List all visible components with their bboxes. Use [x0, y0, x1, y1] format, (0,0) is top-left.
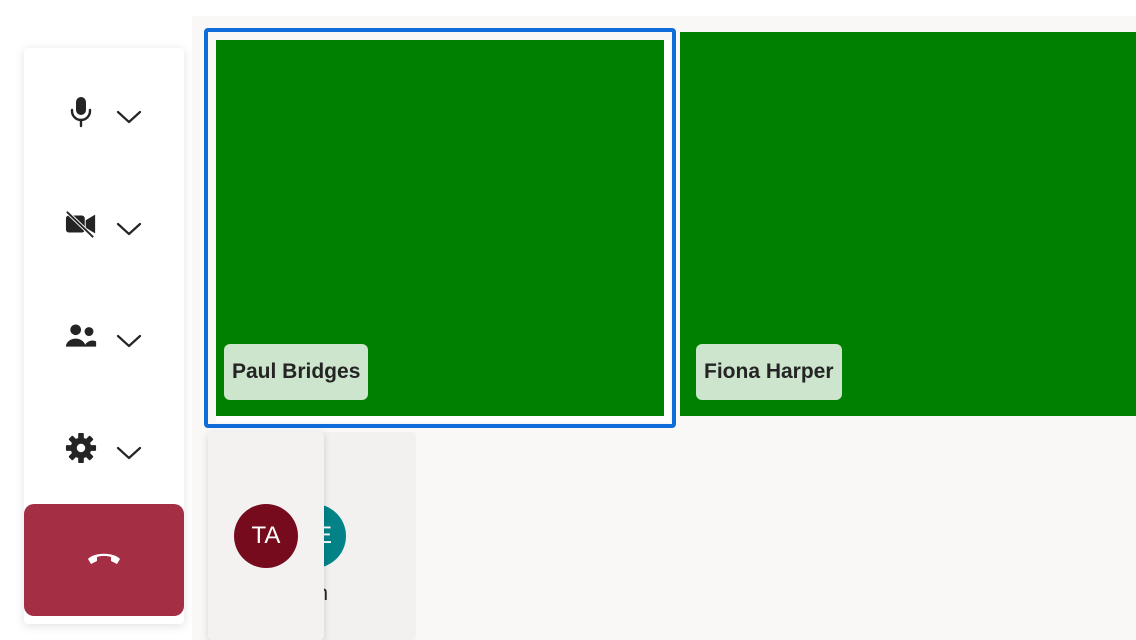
tile-divider	[216, 416, 670, 422]
call-window: Fiona Harper Paul Bridges E ein TA	[0, 0, 1136, 640]
participants-button[interactable]	[24, 304, 184, 368]
end-call-button[interactable]	[24, 504, 184, 616]
settings-button[interactable]	[24, 416, 184, 480]
chevron-down-icon[interactable]	[115, 215, 143, 243]
participant-name-tag: Fiona Harper	[696, 344, 842, 400]
camera-off-icon	[65, 208, 97, 240]
participant-name-tag: Paul Bridges	[224, 344, 369, 400]
chevron-down-icon[interactable]	[115, 439, 143, 467]
tile-divider	[664, 40, 670, 416]
microphone-button[interactable]	[24, 80, 184, 144]
gear-icon	[65, 432, 97, 464]
hang-up-icon	[86, 550, 122, 570]
camera-button[interactable]	[24, 192, 184, 256]
chevron-down-icon[interactable]	[115, 327, 143, 355]
avatar: TA	[234, 504, 298, 568]
chevron-down-icon[interactable]	[115, 103, 143, 131]
microphone-icon	[65, 96, 97, 128]
people-icon	[65, 320, 97, 352]
